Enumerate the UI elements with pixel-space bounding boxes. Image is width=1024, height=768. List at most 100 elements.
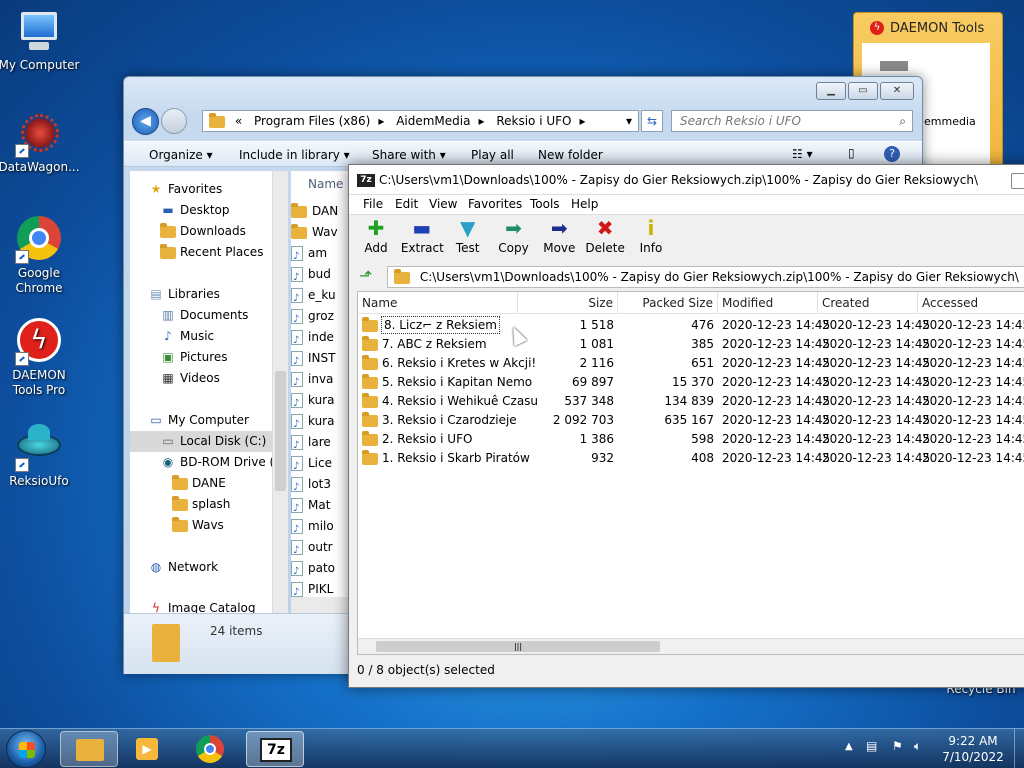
nav-bd-rom[interactable]: ◉ BD-ROM Drive (E (160, 452, 282, 473)
delete-button[interactable]: ✖ Delete (584, 217, 626, 255)
breadcrumb-reksio-i-ufo[interactable]: Reksio i UFO (496, 114, 571, 128)
file-list-item[interactable]: Lice (291, 453, 332, 477)
desktop-icon-reksioufo[interactable]: ReksioUfo (0, 424, 81, 489)
include-library-button[interactable]: Include in library ▾ (239, 148, 350, 162)
archive-row[interactable]: 2. Reksio i UFO 1 386 598 2020-12-23 14:45 2… (362, 430, 1024, 449)
nav-recent-places[interactable]: Recent Places (160, 242, 263, 263)
address-dropdown-icon[interactable]: ▾ (626, 111, 632, 131)
tray-volume-icon[interactable]: 🔈︎ (914, 739, 921, 754)
archive-row[interactable]: 1. Reksio i Skarb Piratów 932 408 2020-12-2… (362, 449, 1024, 468)
close-button[interactable]: ✕ (880, 82, 914, 100)
minimize-button[interactable]: ▁ (816, 82, 846, 100)
file-list-item[interactable]: inde (291, 327, 334, 351)
menu-tools[interactable]: Tools (530, 197, 560, 211)
file-list-item[interactable]: DAN (291, 201, 338, 222)
file-list-item[interactable]: Wav (291, 222, 338, 243)
add-button[interactable]: ✚ Add (355, 217, 397, 255)
menu-edit[interactable]: Edit (395, 197, 418, 211)
up-folder-button[interactable]: ⬏ (359, 266, 379, 286)
archive-row[interactable]: 5. Reksio i Kapitan Nemo 69 897 15 370 2020… (362, 373, 1024, 392)
file-list-item[interactable]: pato (291, 558, 335, 582)
archive-row[interactable]: 8. Licz⌐ z Reksiem 1 518 476 2020-12-23 14:… (362, 316, 1024, 335)
nav-libraries[interactable]: ▤ Libraries (148, 284, 220, 305)
desktop-icon-my-computer[interactable]: My Computer (0, 8, 81, 73)
preview-pane-icon[interactable]: ▯ (848, 146, 855, 160)
taskbar-media-player[interactable]: ▶ (118, 731, 176, 767)
file-list-item[interactable]: inva (291, 369, 333, 393)
clock[interactable]: 9:22 AM 7/10/2022 (938, 733, 1008, 765)
maximize-button[interactable]: ▭ (848, 82, 878, 100)
search-input[interactable]: Search Reksio i UFO ⌕ (671, 110, 913, 132)
help-icon[interactable]: ? (884, 146, 900, 162)
nav-wavs[interactable]: Wavs (172, 515, 224, 536)
play-all-button[interactable]: Play all (471, 148, 514, 162)
organize-button[interactable]: Organize ▾ (149, 148, 213, 162)
column-header-created[interactable]: Created (818, 292, 918, 314)
nav-documents[interactable]: ▥ Documents (160, 305, 248, 326)
file-list-item[interactable]: groz (291, 306, 334, 330)
nav-splash[interactable]: splash (172, 494, 230, 515)
file-list-item[interactable]: kura (291, 411, 334, 435)
desktop-icon-chrome[interactable]: Google Chrome (0, 216, 81, 296)
file-list-item[interactable]: e_ku (291, 285, 336, 309)
archive-row[interactable]: 4. Reksio i Wehikuê Czasu 537 348 134 839 2… (362, 392, 1024, 411)
menu-favorites[interactable]: Favorites (468, 197, 522, 211)
column-header-size[interactable]: Size (518, 292, 618, 314)
start-button[interactable] (6, 730, 46, 768)
nav-dane[interactable]: DANE (172, 473, 226, 494)
column-header-accessed[interactable]: Accessed (918, 292, 1024, 314)
tray-network-icon[interactable]: ▤ (866, 739, 877, 753)
file-list-item[interactable]: INST (291, 348, 335, 372)
desktop-icon-datawagon[interactable]: DataWagon... (0, 110, 81, 175)
nav-videos[interactable]: ▦ Videos (160, 368, 220, 389)
file-list-item[interactable]: Mat (291, 495, 330, 519)
nav-music[interactable]: ♪ Music (160, 326, 214, 347)
menu-file[interactable]: File (363, 197, 383, 211)
nav-my-computer[interactable]: ▭ My Computer (148, 410, 249, 431)
back-button[interactable]: ◀ (132, 108, 159, 135)
7zip-minimize-button[interactable] (1011, 173, 1024, 189)
file-list-item[interactable]: outr (291, 537, 333, 561)
search-icon[interactable]: ⌕ (899, 111, 906, 131)
nav-image-catalog[interactable]: ϟ Image Catalog (148, 598, 255, 613)
tray-show-hidden-icon[interactable]: ▲ (845, 741, 853, 752)
nav-local-disk[interactable]: ▭ Local Disk (C:) (130, 431, 288, 452)
menu-help[interactable]: Help (571, 197, 598, 211)
file-list-item[interactable]: milo (291, 516, 334, 540)
column-header-packed-size[interactable]: Packed Size (618, 292, 718, 314)
file-list-item[interactable]: lot3 (291, 474, 331, 498)
info-button[interactable]: i Info (630, 217, 672, 255)
breadcrumb-program-files[interactable]: Program Files (x86) (254, 114, 370, 128)
extract-button[interactable]: ▬ Extract (401, 217, 444, 255)
nav-scrollbar[interactable] (272, 171, 288, 613)
menu-view[interactable]: View (429, 197, 457, 211)
breadcrumb-overflow[interactable]: « (235, 114, 242, 128)
nav-desktop[interactable]: ▬ Desktop (160, 200, 229, 221)
address-bar[interactable]: « Program Files (x86) ▸ AidemMedia ▸ Reksi… (202, 110, 639, 132)
file-list-item[interactable]: am (291, 243, 327, 267)
7zip-window[interactable]: 7z C:\Users\vm1\Downloads\100% - Zapisy … (348, 164, 1024, 688)
taskbar-7zip[interactable]: 7z (246, 731, 304, 767)
share-with-button[interactable]: Share with ▾ (372, 148, 446, 162)
refresh-button[interactable]: ⇆ (641, 110, 663, 132)
test-button[interactable]: ▼ Test (447, 217, 489, 255)
archive-row[interactable]: 6. Reksio i Kretes w Akcji! 2 116 651 2020-… (362, 354, 1024, 373)
7zip-hscroll[interactable]: ||| (358, 638, 1024, 654)
7zip-titlebar[interactable]: 7z C:\Users\vm1\Downloads\100% - Zapisy … (349, 165, 1024, 195)
column-header-modified[interactable]: Modified (718, 292, 818, 314)
copy-button[interactable]: ➡ Copy (492, 217, 534, 255)
archive-row[interactable]: 3. Reksio i Czarodzieje 2 092 703 635 167 2… (362, 411, 1024, 430)
nav-network[interactable]: ◍ Network (148, 557, 218, 578)
column-header-name[interactable]: Name (308, 177, 343, 191)
archive-row[interactable]: 7. ABC z Reksiem 1 081 385 2020-12-23 14:45… (362, 335, 1024, 354)
7zip-path-bar[interactable]: C:\Users\vm1\Downloads\100% - Zapisy do … (387, 266, 1024, 288)
breadcrumb-aidemmedia[interactable]: AidemMedia (396, 114, 470, 128)
desktop-icon-daemon-tools[interactable]: ϟ DAEMON Tools Pro (0, 318, 81, 398)
show-desktop-button[interactable] (1014, 729, 1024, 768)
file-list-item[interactable]: kura (291, 390, 334, 414)
forward-button[interactable] (161, 108, 187, 134)
taskbar-explorer[interactable] (60, 731, 118, 767)
nav-pictures[interactable]: ▣ Pictures (160, 347, 227, 368)
view-icon[interactable]: ☷ ▾ (792, 147, 813, 161)
nav-favorites[interactable]: ★ Favorites (148, 179, 223, 200)
